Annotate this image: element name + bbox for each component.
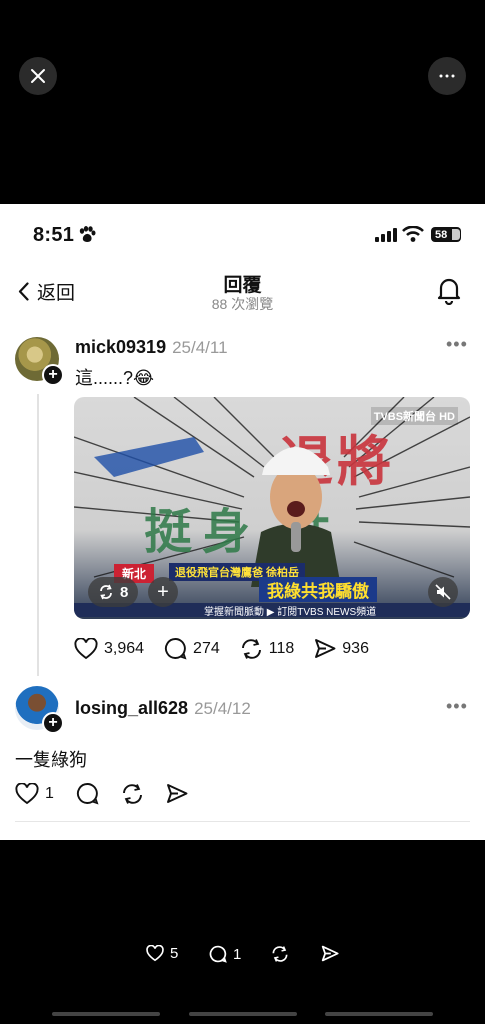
battery-indicator: 58 <box>431 227 461 242</box>
repost-button[interactable] <box>121 783 144 805</box>
username-text: mick09319 <box>75 337 167 357</box>
comment-icon <box>76 783 99 805</box>
post-date: 25/4/12 <box>194 699 251 718</box>
post-more-icon[interactable]: ••• <box>446 334 468 355</box>
post-text: 一隻綠狗 <box>15 750 87 770</box>
viewer-share-button[interactable] <box>321 945 339 962</box>
repost-button[interactable]: 118 <box>240 638 295 660</box>
video-add-button[interactable]: + <box>148 577 178 607</box>
video-repost-count: 8 <box>120 583 129 601</box>
post-actions: 3,964 274 118 936 <box>74 637 389 660</box>
send-icon <box>315 639 336 658</box>
thread-line <box>37 394 39 676</box>
video-ticker: 掌握新聞脈動 ▶ 訂閱TVBS NEWS頻道 <box>74 603 470 618</box>
like-count: 1 <box>45 784 54 802</box>
post-username[interactable]: losing_all628 25/4/12 <box>75 698 251 719</box>
follow-plus-button[interactable]: + <box>42 364 64 386</box>
video-channel-logo: TVBS新聞台 HD <box>370 407 458 425</box>
more-options-button[interactable] <box>428 57 466 95</box>
username-text: losing_all628 <box>75 698 189 718</box>
repost-icon <box>100 584 112 600</box>
comment-icon <box>209 945 227 963</box>
battery-level: 58 <box>435 228 448 241</box>
post-username[interactable]: mick09319 25/4/11 <box>75 337 228 358</box>
like-button[interactable]: 3,964 <box>74 637 145 660</box>
video-headline: 我綠共我驕傲 <box>259 577 377 602</box>
more-icon <box>439 74 455 78</box>
post-date: 25/4/11 <box>172 338 228 357</box>
comment-button[interactable]: 274 <box>164 637 220 660</box>
send-icon <box>321 945 339 962</box>
like-button[interactable]: 1 <box>15 782 54 805</box>
nav-bar: 返回 回覆 88 次瀏覽 <box>0 264 485 320</box>
close-icon <box>31 69 45 83</box>
post-more-icon[interactable]: ••• <box>446 696 468 717</box>
home-indicator-right <box>325 1012 433 1016</box>
home-indicator-left <box>52 1012 160 1016</box>
viewer-like-button[interactable]: 5 <box>146 945 178 962</box>
post-actions: 1 <box>15 782 210 805</box>
viewer-repost-button[interactable] <box>271 945 289 963</box>
viewer-comment-count: 1 <box>233 945 242 963</box>
heart-icon <box>15 782 39 804</box>
like-count: 3,964 <box>104 639 145 657</box>
paw-icon <box>79 226 96 242</box>
repost-icon <box>272 946 288 962</box>
comment-icon <box>165 638 187 660</box>
mute-icon <box>435 584 451 600</box>
status-time: 8:51 <box>33 224 75 246</box>
status-bar: 8:51 58 <box>0 204 485 264</box>
post-text: 這......?😂 <box>75 368 155 388</box>
viewer-like-count: 5 <box>170 945 179 962</box>
repost-icon <box>241 638 261 659</box>
heart-icon <box>74 637 98 659</box>
screenshot-sheet: 8:51 58 返回 回覆 88 次瀏覽 + mick09319 25/4/11… <box>0 204 485 840</box>
comment-count: 274 <box>193 639 220 657</box>
share-count: 936 <box>342 639 369 657</box>
bell-icon[interactable] <box>434 275 464 305</box>
video-mute-button[interactable] <box>428 577 458 607</box>
viewer-comment-button[interactable]: 1 <box>209 945 241 963</box>
share-button[interactable]: 936 <box>314 638 369 659</box>
wifi-icon <box>402 226 424 242</box>
home-indicator-center <box>189 1012 297 1016</box>
view-count: 88 次瀏覽 <box>211 296 274 312</box>
repost-count: 118 <box>268 639 295 657</box>
viewer-actions: 5 1 <box>0 945 485 971</box>
send-icon <box>166 784 188 803</box>
follow-plus-button[interactable]: + <box>42 712 64 734</box>
page-title: 回覆 <box>223 275 262 296</box>
comment-button[interactable] <box>76 782 99 805</box>
divider <box>15 821 470 822</box>
speaker-figure <box>251 447 341 587</box>
video-repost-pill[interactable]: 8 <box>88 577 139 607</box>
heart-icon <box>146 945 164 962</box>
share-button[interactable] <box>166 783 188 804</box>
repost-icon <box>122 783 142 804</box>
signal-icon <box>375 228 397 242</box>
video-player[interactable]: 退將 挺身 共 TVBS新聞台 HD 新北 退役飛官台灣鷹爸 徐柏岳 我綠共我驕… <box>74 397 470 619</box>
close-button[interactable] <box>19 57 57 95</box>
